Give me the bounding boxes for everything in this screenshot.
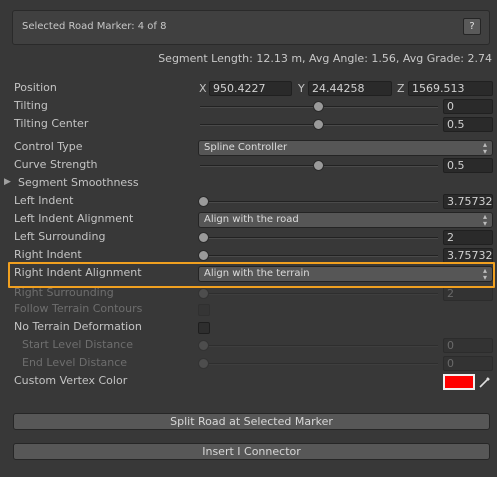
- vertex-color-swatch[interactable]: [443, 374, 475, 390]
- curve-strength-row: Curve Strength 0.5: [0, 157, 497, 175]
- left-indent-alignment-label: Left Indent Alignment: [14, 212, 134, 225]
- tilting-center-value[interactable]: 0.5: [443, 117, 493, 132]
- slider-thumb[interactable]: [198, 340, 209, 351]
- right-indent-alignment-label: Right Indent Alignment: [14, 266, 142, 279]
- tilting-label: Tilting: [14, 99, 48, 112]
- left-indent-row: Left Indent 3.75732: [0, 193, 497, 211]
- segment-info: Segment Length: 12.13 m, Avg Angle: 1.56…: [158, 52, 492, 65]
- start-level-distance-slider[interactable]: [198, 337, 440, 355]
- selected-marker-title: Selected Road Marker: 4 of 8: [22, 21, 167, 32]
- dropdown-arrows-icon: ▴ ▾: [482, 266, 487, 282]
- slider-thumb[interactable]: [313, 101, 324, 112]
- right-indent-label: Right Indent: [14, 248, 82, 261]
- tilting-center-label: Tilting Center: [14, 117, 89, 130]
- left-surrounding-value[interactable]: 2: [443, 230, 493, 245]
- slider-thumb[interactable]: [198, 250, 209, 261]
- right-indent-alignment-row: Right Indent Alignment Align with the te…: [0, 265, 497, 283]
- left-indent-alignment-row: Left Indent Alignment Align with the roa…: [0, 211, 497, 229]
- segment-smoothness-label[interactable]: Segment Smoothness: [18, 176, 139, 189]
- split-road-button[interactable]: Split Road at Selected Marker: [13, 413, 490, 430]
- position-y-label: Y: [298, 82, 305, 95]
- curve-strength-value[interactable]: 0.5: [443, 158, 493, 173]
- left-indent-alignment-dropdown[interactable]: Align with the road ▴ ▾: [198, 212, 493, 228]
- foldout-arrow-icon[interactable]: ▶: [4, 177, 11, 187]
- tilting-center-slider[interactable]: [198, 116, 440, 134]
- right-indent-alignment-dropdown[interactable]: Align with the terrain ▴ ▾: [198, 266, 493, 282]
- end-level-distance-row: End Level Distance 0: [0, 355, 497, 373]
- custom-vertex-color-row: Custom Vertex Color: [0, 373, 497, 391]
- tilting-value[interactable]: 0: [443, 99, 493, 114]
- position-row: Position X 950.4227 Y 24.44258 Z 1569.51…: [0, 80, 497, 98]
- left-indent-alignment-selected: Align with the road: [204, 214, 299, 225]
- right-indent-value[interactable]: 3.75732: [443, 248, 493, 263]
- start-level-distance-row: Start Level Distance 0: [0, 337, 497, 355]
- slider-thumb[interactable]: [198, 358, 209, 369]
- control-type-dropdown[interactable]: Spline Controller ▴ ▾: [198, 140, 493, 156]
- position-label: Position: [14, 81, 57, 94]
- help-button[interactable]: ?: [463, 18, 481, 35]
- tilting-row: Tilting 0: [0, 98, 497, 116]
- control-type-selected: Spline Controller: [204, 142, 288, 153]
- dropdown-arrows-icon: ▴ ▾: [482, 140, 487, 156]
- position-z-field[interactable]: 1569.513: [408, 81, 493, 96]
- control-type-label: Control Type: [14, 140, 83, 153]
- tilting-slider[interactable]: [198, 98, 440, 116]
- left-indent-label: Left Indent: [14, 194, 74, 207]
- position-x-label: X: [199, 82, 207, 95]
- slider-thumb[interactable]: [198, 232, 209, 243]
- follow-terrain-contours-row: Follow Terrain Contours: [0, 301, 497, 319]
- insert-connector-button[interactable]: Insert I Connector: [13, 443, 490, 460]
- right-surrounding-value[interactable]: 2: [443, 286, 493, 301]
- slider-thumb[interactable]: [198, 288, 209, 299]
- position-x-field[interactable]: 950.4227: [209, 81, 292, 96]
- left-surrounding-row: Left Surrounding 2: [0, 229, 497, 247]
- custom-vertex-color-label: Custom Vertex Color: [14, 374, 128, 387]
- position-y-field[interactable]: 24.44258: [308, 81, 392, 96]
- eyedropper-icon[interactable]: [478, 375, 492, 389]
- follow-terrain-contours-label: Follow Terrain Contours: [14, 302, 143, 315]
- end-level-distance-value[interactable]: 0: [443, 356, 493, 371]
- selected-marker-header: Selected Road Marker: 4 of 8 ?: [12, 10, 490, 45]
- no-terrain-deformation-label: No Terrain Deformation: [14, 320, 142, 333]
- slider-thumb[interactable]: [313, 119, 324, 130]
- curve-strength-label: Curve Strength: [14, 158, 98, 171]
- slider-thumb[interactable]: [313, 160, 324, 171]
- left-indent-slider[interactable]: [198, 193, 440, 211]
- control-type-row: Control Type Spline Controller ▴ ▾: [0, 139, 497, 157]
- start-level-distance-value[interactable]: 0: [443, 338, 493, 353]
- tilting-center-row: Tilting Center 0.5: [0, 116, 497, 134]
- position-z-label: Z: [397, 82, 405, 95]
- no-terrain-deformation-checkbox[interactable]: [198, 322, 210, 334]
- left-surrounding-slider[interactable]: [198, 229, 440, 247]
- no-terrain-deformation-row: No Terrain Deformation: [0, 319, 497, 337]
- curve-strength-slider[interactable]: [198, 157, 440, 175]
- dropdown-arrows-icon: ▴ ▾: [482, 212, 487, 228]
- left-surrounding-label: Left Surrounding: [14, 230, 106, 243]
- end-level-distance-label: End Level Distance: [22, 356, 128, 369]
- segment-smoothness-foldout[interactable]: ▶ Segment Smoothness: [0, 175, 497, 193]
- left-indent-value[interactable]: 3.75732: [443, 194, 493, 209]
- slider-thumb[interactable]: [198, 196, 209, 207]
- start-level-distance-label: Start Level Distance: [22, 338, 133, 351]
- right-indent-alignment-selected: Align with the terrain: [204, 268, 310, 279]
- end-level-distance-slider[interactable]: [198, 355, 440, 373]
- follow-terrain-contours-checkbox[interactable]: [198, 304, 210, 316]
